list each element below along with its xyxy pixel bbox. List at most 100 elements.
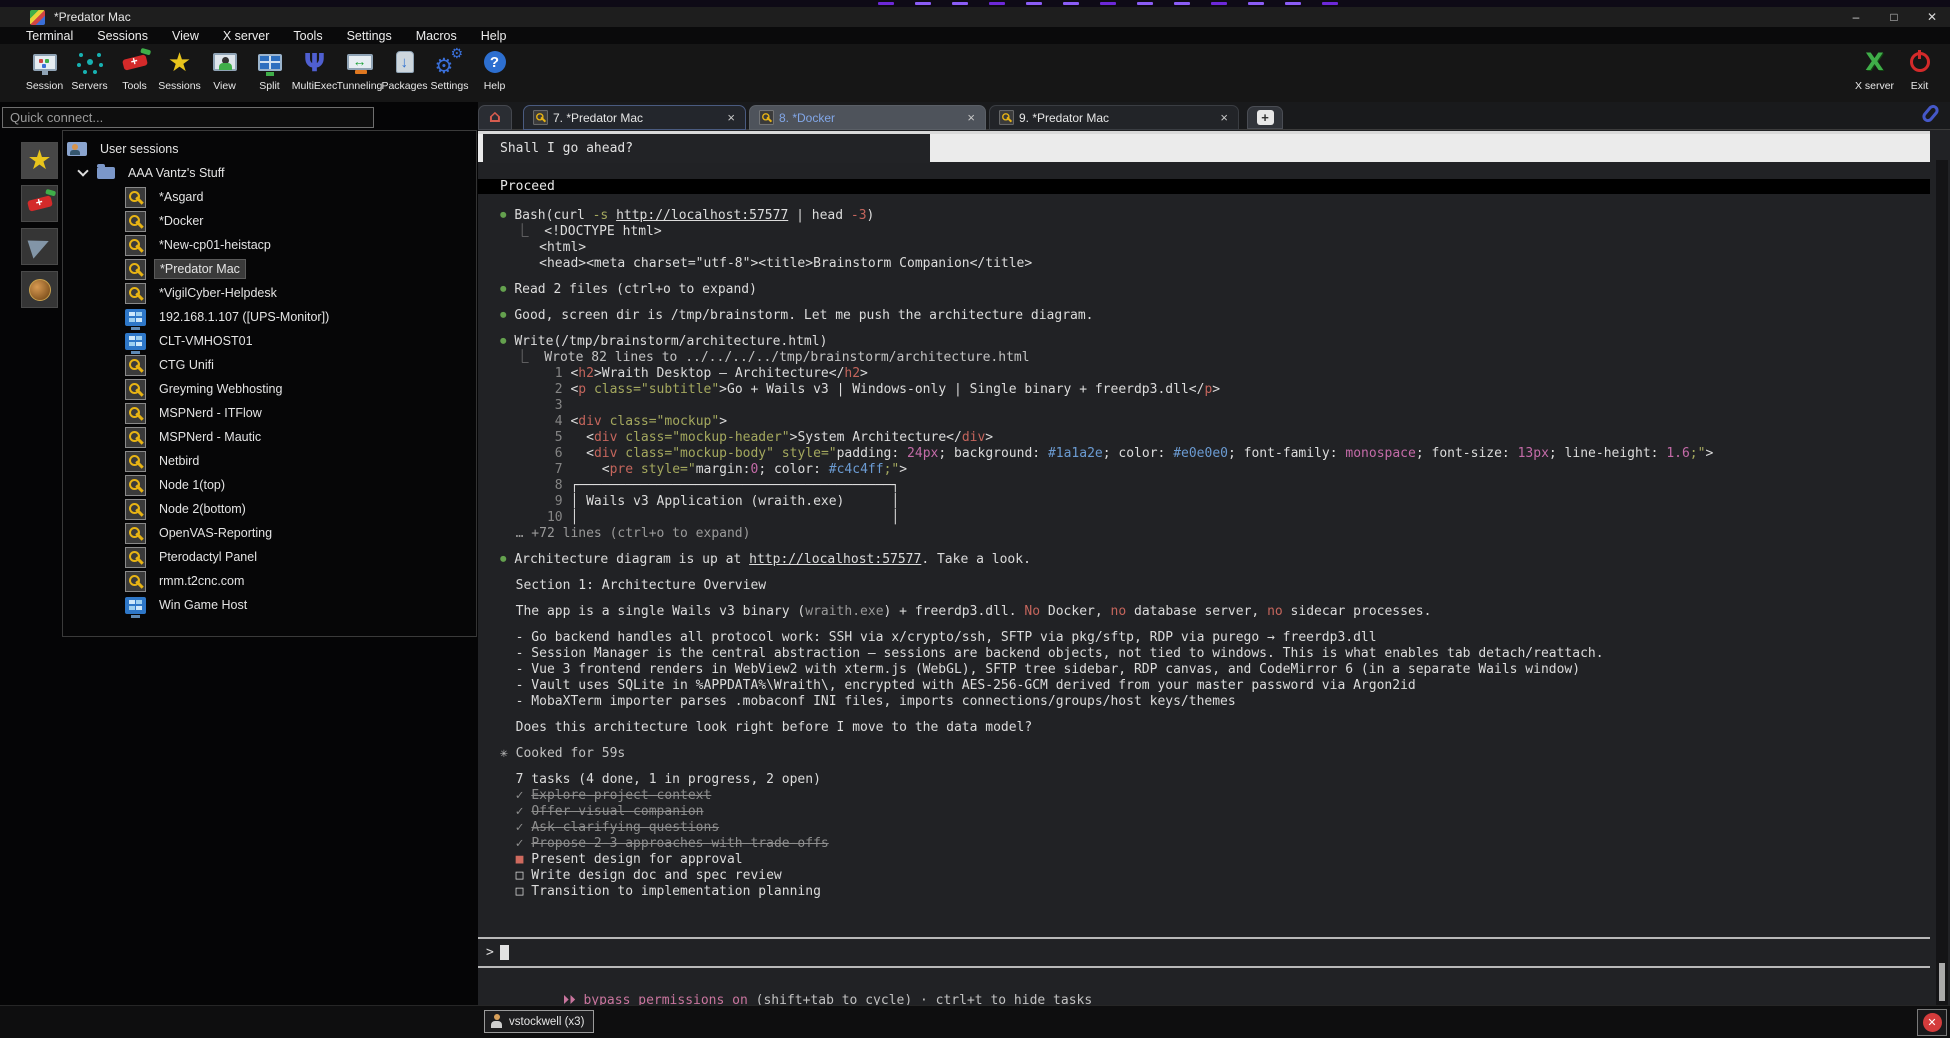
menu-sessions[interactable]: Sessions [97,29,148,43]
ssh-key-icon [125,451,146,472]
session-item[interactable]: Netbird [63,449,476,473]
session-item[interactable]: *VigilCyber-Helpdesk [63,281,476,305]
close-button[interactable]: ✕ [1924,10,1940,24]
terminal-scrollbar[interactable] [1936,160,1948,1005]
terminal-line: ⎿ Wrote 82 lines to ../../../../tmp/brai… [500,350,1920,366]
session-item[interactable]: rmm.t2cnc.com [63,569,476,593]
session-item[interactable]: OpenVAS-Reporting [63,521,476,545]
toolbar-session-button[interactable]: Session [22,46,67,100]
menu-view[interactable]: View [172,29,199,43]
toolbar-tools-button[interactable]: Tools [112,46,157,100]
tab-close-icon[interactable]: × [1220,110,1228,125]
text-cursor [500,945,509,960]
strip-network-button[interactable] [21,271,58,308]
terminal-line: ✓ Ask clarifying questions [500,820,1920,836]
session-item[interactable]: Node 2(bottom) [63,497,476,521]
session-item[interactable]: Pterodactyl Panel [63,545,476,569]
titlebar[interactable]: *Predator Mac – □ ✕ [0,7,1950,27]
toolbar-tools-label: Tools [122,80,147,92]
sessions-icon: ★ [168,46,191,78]
ssh-key-icon [125,571,146,592]
session-item[interactable]: *New-cp01-heistacp [63,233,476,257]
terminal-line: - MobaXTerm importer parses .mobaconf IN… [500,694,1920,710]
quick-connect-input[interactable] [2,107,374,128]
scrollbar-thumb[interactable] [1939,963,1945,1001]
background-window-fragment [1211,2,1227,5]
session-item[interactable]: MSPNerd - ITFlow [63,401,476,425]
servers-icon [87,46,93,78]
toolbar-tunneling-button[interactable]: Tunneling [337,46,382,100]
window-title: *Predator Mac [54,10,131,24]
session-item[interactable]: *Predator Mac [63,257,476,281]
tab-label: 7. *Predator Mac [553,111,643,125]
terminal-line [500,620,1920,630]
toolbar-servers-button[interactable]: Servers [67,46,112,100]
tab-8[interactable]: 8. *Docker× [749,105,986,130]
menu-help[interactable]: Help [481,29,507,43]
toolbar-view-button[interactable]: View [202,46,247,100]
tab-9[interactable]: 9. *Predator Mac× [989,105,1239,130]
terminal-line [500,272,1920,282]
session-user-button[interactable]: vstockwell (x3) [484,1010,594,1033]
terminal-line [500,762,1920,772]
toolbar-multiexec-button[interactable]: ΨMultiExec [292,46,337,100]
ssh-key-icon [125,283,146,304]
terminal-line: 6 <div class="mockup-body" style="paddin… [500,446,1920,462]
terminal-line: 10 │ │ [500,510,1920,526]
tab-close-icon[interactable]: × [727,110,735,125]
session-item[interactable]: *Docker [63,209,476,233]
session-item[interactable]: MSPNerd - Mautic [63,425,476,449]
sidebar-icon-strip: ★ [21,142,59,314]
session-item[interactable]: CTG Unifi [63,353,476,377]
session-tree-panel[interactable]: User sessionsAAA Vantz's Stuff*Asgard*Do… [62,130,477,637]
strip-sftp-button[interactable] [21,228,58,265]
tab-7[interactable]: 7. *Predator Mac × [523,105,746,130]
maximize-button[interactable]: □ [1886,10,1902,24]
minimize-button[interactable]: – [1848,10,1864,24]
split-icon [258,46,282,78]
session-item[interactable]: Win Game Host [63,593,476,617]
menu-macros[interactable]: Macros [416,29,457,43]
tab-close-icon[interactable]: × [967,110,975,125]
session-item[interactable]: 192.168.1.107 ([UPS-Monitor]) [63,305,476,329]
terminal-line: □ Transition to implementation planning [500,884,1920,900]
session-item[interactable]: AAA Vantz's Stuff [63,161,476,185]
menu-terminal[interactable]: Terminal [26,29,73,43]
menu-x-server[interactable]: X server [223,29,270,43]
session-item[interactable]: User sessions [63,137,476,161]
new-tab-button[interactable]: + [1247,106,1283,129]
menu-settings[interactable]: Settings [347,29,392,43]
session-item[interactable]: *Asgard [63,185,476,209]
bottom-statusbar: vstockwell (x3) ✕ [0,1005,1950,1038]
terminal-line: 7 <pre style="margin:0; color: #c4c4ff;"… [500,462,1920,478]
dialog-option-proceed[interactable]: Proceed [478,179,1930,194]
session-item[interactable]: CLT-VMHOST01 [63,329,476,353]
toolbar-xserver-button[interactable]: XX server [1852,46,1897,100]
tab-home[interactable]: ⌂ [478,105,512,130]
plus-icon: + [1257,110,1274,125]
session-item[interactable]: Greyming Webhosting [63,377,476,401]
terminal[interactable]: Shall I go ahead? Proceed ⏺ Bash(curl -s… [478,130,1950,1007]
help-icon: ? [484,46,506,78]
chevron-down-icon[interactable] [77,165,88,176]
session-item[interactable]: Node 1(top) [63,473,476,497]
toolbar-settings-button[interactable]: ⚙⚙Settings [427,46,472,100]
menu-tools[interactable]: Tools [293,29,322,43]
toolbar-help-button[interactable]: ?Help [472,46,517,100]
terminal-line: - Go backend handles all protocol work: … [500,630,1920,646]
prompt-row[interactable]: > [486,942,509,962]
terminal-line: - Session Manager is the central abstrac… [500,646,1920,662]
terminal-line: 2 <p class="subtitle">Go + Wails v3 | Wi… [500,382,1920,398]
toolbar-session-label: Session [26,80,63,92]
toolbar-packages-button[interactable]: Packages [382,46,427,100]
strip-favorites-button[interactable]: ★ [21,142,58,179]
background-window-strip [0,0,1950,7]
strip-tools-button[interactable] [21,185,58,222]
paperclip-icon[interactable] [1920,103,1941,125]
toolbar-sessions-button[interactable]: ★Sessions [157,46,202,100]
toolbar-exit-button[interactable]: Exit [1897,46,1942,100]
background-window-fragment [1322,2,1338,5]
session-item-label: MSPNerd - ITFlow [154,404,267,422]
toolbar-split-button[interactable]: Split [247,46,292,100]
notification-close-button[interactable]: ✕ [1917,1009,1947,1036]
